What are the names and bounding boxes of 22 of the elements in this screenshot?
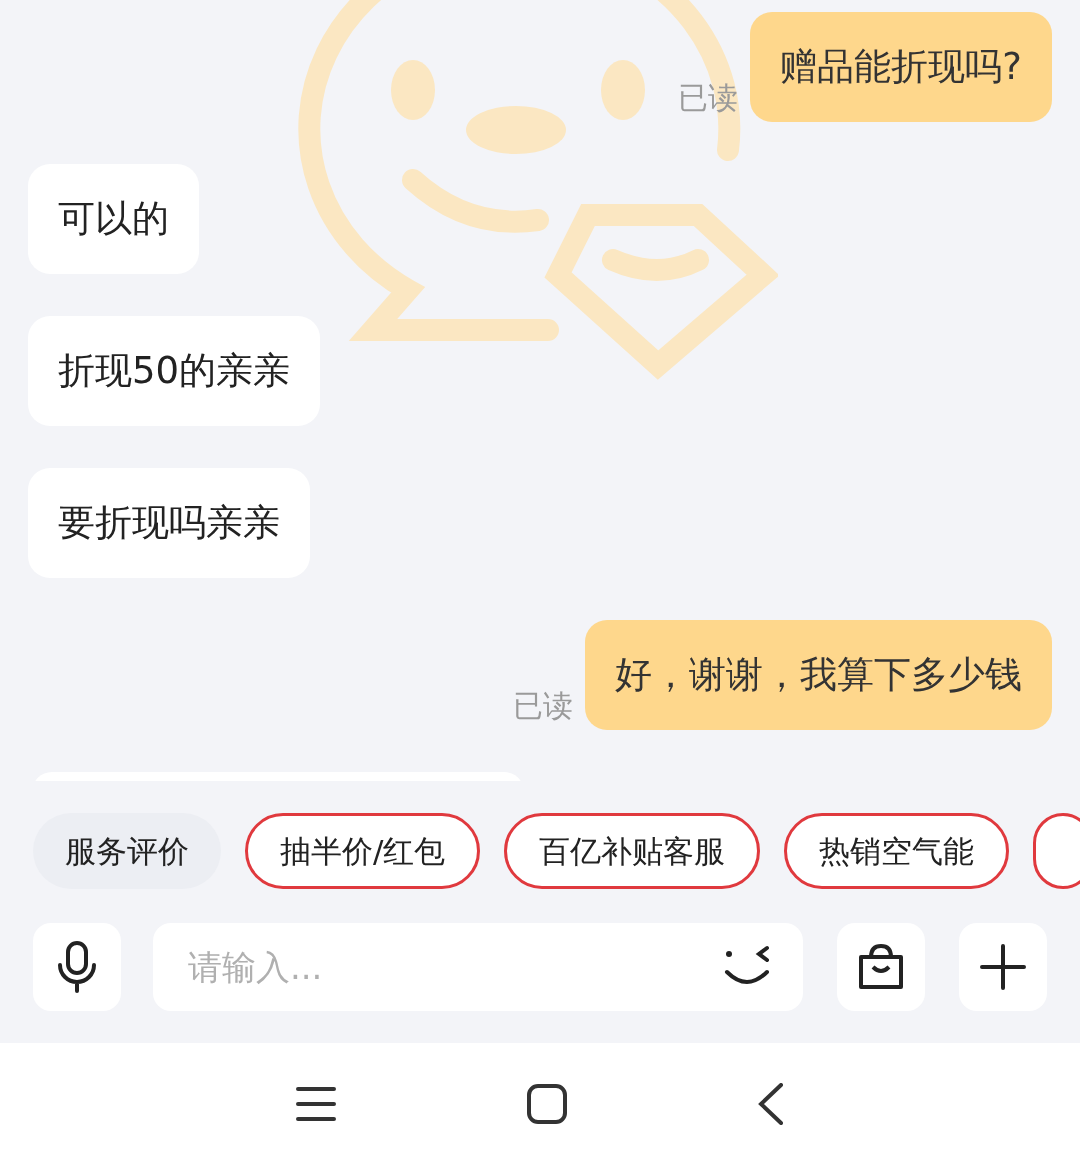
read-status: 已读: [513, 687, 573, 725]
quick-reply-chip[interactable]: [1033, 813, 1080, 889]
menu-icon[interactable]: [296, 1085, 336, 1122]
received-message: 可以的: [28, 164, 199, 274]
input-field[interactable]: 请输入...: [153, 923, 803, 1011]
plus-icon: [980, 944, 1026, 990]
shopping-bag-button[interactable]: [837, 923, 925, 1011]
received-message: 折现50的亲亲: [28, 316, 321, 426]
sent-message: 赠品能折现吗?: [750, 12, 1052, 122]
quick-reply-chip[interactable]: 抽半价/红包: [245, 813, 481, 889]
quick-reply-chip[interactable]: 百亿补贴客服: [504, 813, 761, 889]
message-input[interactable]: 请输入...: [188, 941, 721, 993]
microphone-button[interactable]: [33, 923, 121, 1011]
home-icon[interactable]: [526, 1082, 568, 1125]
quick-reply-chip[interactable]: 服务评价: [33, 813, 221, 889]
sent-message: 好，谢谢，我算下多少钱: [585, 620, 1052, 730]
quick-reply-chip[interactable]: 热销空气能: [784, 813, 1010, 889]
add-button[interactable]: [959, 923, 1047, 1011]
shopping-bag-icon: [856, 943, 906, 991]
received-message: 要折现吗亲亲: [28, 468, 310, 578]
read-status: 已读: [678, 79, 739, 117]
back-icon[interactable]: [758, 1082, 784, 1125]
